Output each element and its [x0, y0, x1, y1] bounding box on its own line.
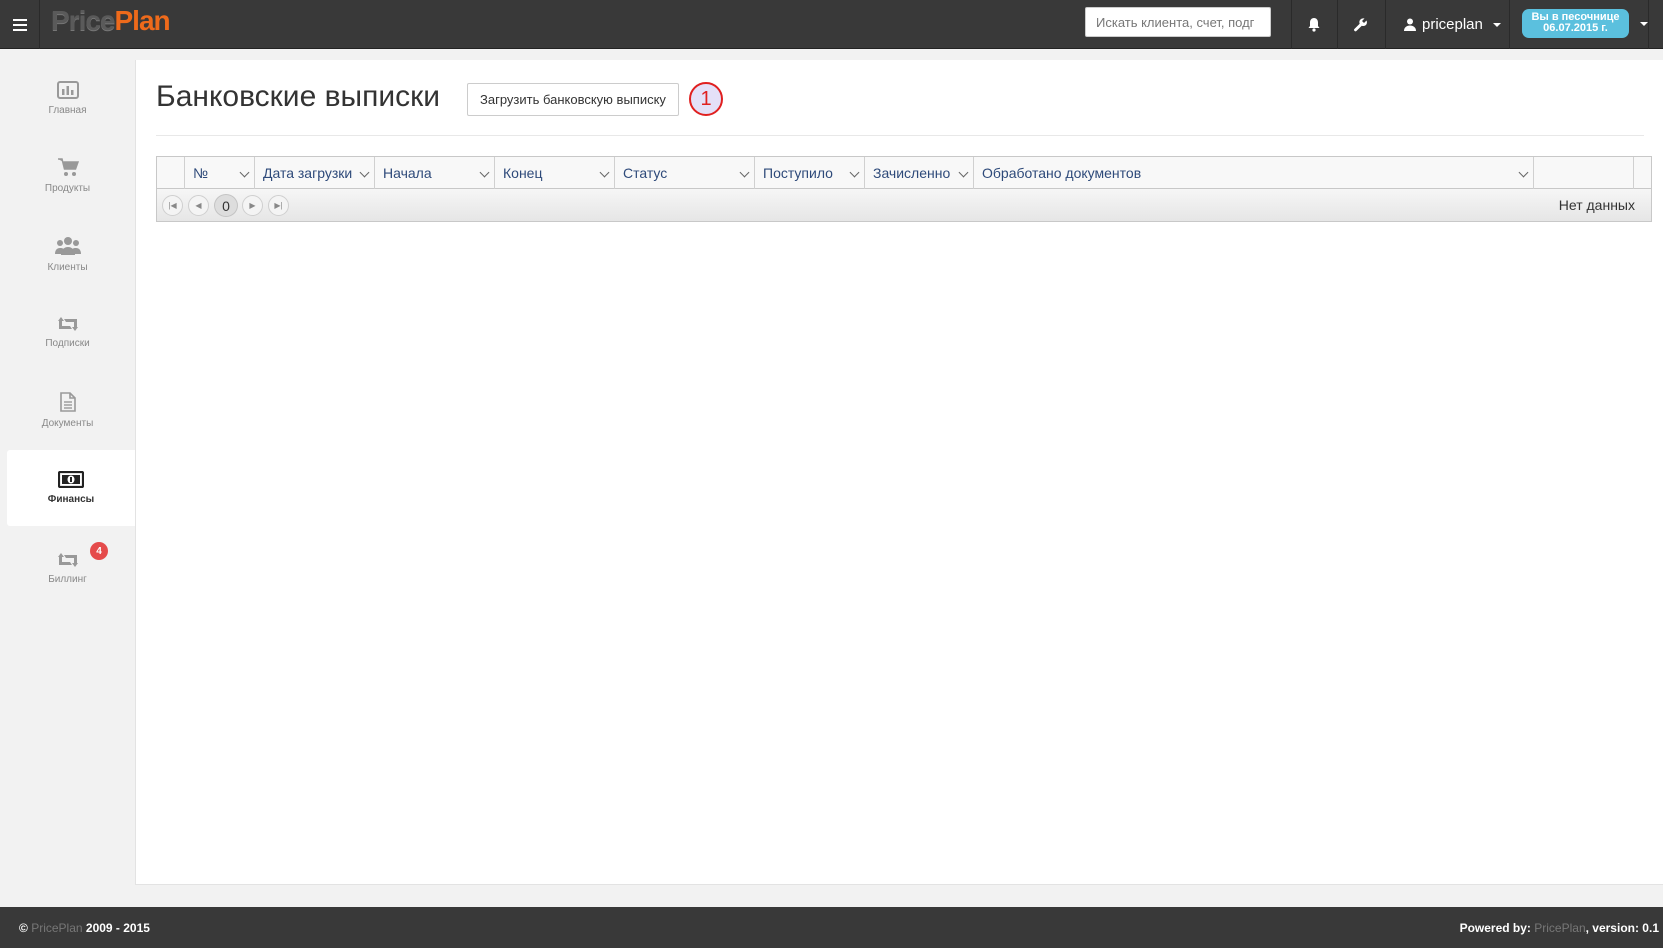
first-page-icon[interactable]: |◀ [162, 195, 183, 216]
next-page-icon[interactable]: ▶ [242, 195, 263, 216]
footer: © PricePlan 2009 - 2015 Powered by: Pric… [0, 907, 1663, 948]
current-page[interactable]: 0 [214, 194, 238, 217]
column-header-number[interactable]: № [185, 157, 255, 189]
divider [156, 135, 1644, 136]
search-input[interactable] [1085, 7, 1271, 37]
sidebar: Главная Продукты Клиенты Подписки Докуме… [0, 50, 135, 907]
powered-label: Powered by: [1459, 921, 1531, 935]
wrench-icon[interactable] [1338, 0, 1382, 49]
menu-icon[interactable] [0, 0, 40, 49]
chevron-down-icon [1492, 22, 1501, 27]
sidebar-item-products[interactable]: Продукты [0, 138, 135, 214]
statements-table: № Дата загрузки Начала Конец Статус Пост… [156, 156, 1652, 222]
chevron-down-icon[interactable] [239, 167, 250, 178]
column-header-credited[interactable]: Зачисленно [865, 157, 974, 189]
column-label: Дата загрузки [263, 165, 353, 181]
column-header-received[interactable]: Поступило [755, 157, 865, 189]
chevron-down-icon[interactable] [599, 167, 610, 178]
user-icon [1404, 18, 1416, 31]
divider [1385, 0, 1386, 49]
last-page-icon[interactable]: ▶| [268, 195, 289, 216]
column-header-upload-date[interactable]: Дата загрузки [255, 157, 375, 189]
top-navbar: PricePlan priceplan Вы в песочнице 06.07… [0, 0, 1663, 49]
retweet-icon [57, 316, 78, 331]
prev-page-icon[interactable]: ◀ [188, 195, 209, 216]
logo[interactable]: PricePlan [51, 5, 171, 37]
column-label: Начала [383, 165, 432, 181]
footer-brand[interactable]: PricePlan [31, 921, 82, 935]
column-header-processed-docs[interactable]: Обработано документов [974, 157, 1534, 189]
column-header-status[interactable]: Статус [615, 157, 755, 189]
sidebar-item-finance[interactable]: Финансы [7, 450, 135, 526]
sidebar-item-label: Главная [48, 104, 87, 116]
logo-text-plan: Plan [114, 5, 171, 36]
footer-years: 2009 - 2015 [85, 921, 150, 935]
footer-powered: Powered by: PricePlan, version: 0.1 [1460, 921, 1659, 935]
table-header: № Дата загрузки Начала Конец Статус Пост… [157, 157, 1651, 189]
copyright-symbol: © [19, 921, 28, 935]
divider [1648, 0, 1649, 49]
pager: |◀ ◀ 0 ▶ ▶| Нет данных [157, 189, 1651, 221]
column-label: Статус [623, 165, 668, 181]
sidebar-item-label: Подписки [45, 337, 90, 349]
sidebar-item-home[interactable]: Главная [0, 60, 135, 136]
sandbox-badge[interactable]: Вы в песочнице 06.07.2015 г. [1522, 9, 1629, 38]
sidebar-item-label: Клиенты [47, 261, 88, 273]
money-icon [58, 471, 84, 488]
column-label: Зачисленно [873, 165, 951, 181]
column-select[interactable] [157, 157, 185, 189]
chevron-down-icon[interactable] [739, 167, 750, 178]
user-menu[interactable]: priceplan [1404, 0, 1501, 49]
user-name: priceplan [1422, 16, 1483, 33]
notification-badge: 4 [90, 542, 108, 560]
chevron-down-icon[interactable] [479, 167, 490, 178]
divider [1509, 0, 1510, 49]
bell-icon[interactable] [1292, 0, 1336, 49]
no-data-text: Нет данных [1558, 197, 1635, 213]
chevron-down-icon[interactable] [849, 167, 860, 178]
main-panel: Банковские выписки Загрузить банковскую … [135, 60, 1663, 885]
logo-text-price: Price [51, 5, 115, 36]
sidebar-item-label: Продукты [44, 183, 91, 194]
document-icon [59, 391, 76, 412]
column-header-start[interactable]: Начала [375, 157, 495, 189]
chevron-down-icon[interactable] [1640, 22, 1648, 26]
users-icon [54, 236, 81, 255]
cart-icon [57, 158, 79, 176]
chevron-down-icon[interactable] [958, 167, 969, 178]
sidebar-item-label: Финансы [47, 494, 95, 505]
column-header-end[interactable]: Конец [495, 157, 615, 189]
sidebar-item-documents[interactable]: Документы [0, 372, 135, 448]
chevron-down-icon[interactable] [1518, 167, 1529, 178]
chevron-down-icon[interactable] [359, 167, 370, 178]
step-marker: 1 [689, 82, 723, 116]
version-text: , version: 0.1 [1585, 921, 1659, 935]
retweet-icon [57, 552, 78, 567]
sidebar-item-label: Документы [41, 417, 94, 429]
sidebar-item-subscriptions[interactable]: Подписки [0, 294, 135, 370]
column-label: Обработано документов [982, 165, 1142, 181]
chart-icon [56, 80, 79, 99]
footer-copyright: © PricePlan 2009 - 2015 [19, 921, 150, 935]
column-label: Конец [503, 165, 543, 181]
column-label: Поступило [763, 165, 833, 181]
powered-brand[interactable]: PricePlan [1534, 921, 1585, 935]
column-header-actions [1534, 157, 1634, 189]
sidebar-item-clients[interactable]: Клиенты [0, 216, 135, 292]
upload-statement-button[interactable]: Загрузить банковскую выписку [467, 83, 679, 116]
sidebar-item-label: Биллинг [48, 573, 87, 585]
column-label: № [193, 165, 209, 181]
page-title: Банковские выписки [156, 80, 440, 113]
sandbox-date: 06.07.2015 г. [1543, 22, 1608, 34]
sidebar-item-billing[interactable]: Биллинг 4 [0, 530, 135, 606]
